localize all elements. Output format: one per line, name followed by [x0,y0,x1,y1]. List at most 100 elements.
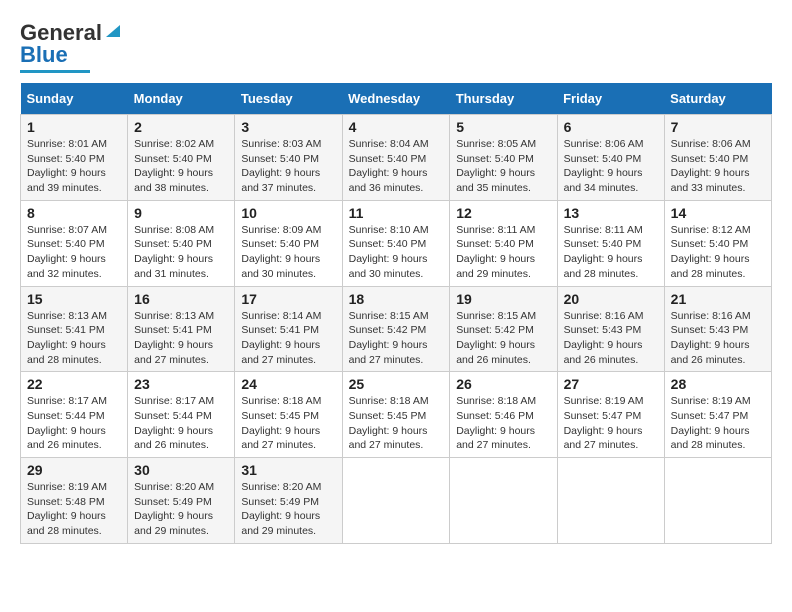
day-number: 26 [456,376,550,392]
day-number: 27 [564,376,658,392]
day-info: Sunrise: 8:16 AMSunset: 5:43 PMDaylight:… [564,310,644,366]
day-number: 29 [27,462,121,478]
column-header-tuesday: Tuesday [235,83,342,115]
day-number: 22 [27,376,121,392]
day-info: Sunrise: 8:11 AMSunset: 5:40 PMDaylight:… [564,224,643,280]
day-cell-17: 17Sunrise: 8:14 AMSunset: 5:41 PMDayligh… [235,286,342,372]
day-cell-29: 29 Sunrise: 8:19 AMSunset: 5:48 PMDayligh… [21,458,128,544]
empty-cell [342,458,450,544]
column-header-wednesday: Wednesday [342,83,450,115]
day-info: Sunrise: 8:18 AMSunset: 5:45 PMDaylight:… [241,395,321,451]
day-cell-16: 16Sunrise: 8:13 AMSunset: 5:41 PMDayligh… [128,286,235,372]
empty-cell [557,458,664,544]
day-info: Sunrise: 8:08 AMSunset: 5:40 PMDaylight:… [134,224,214,280]
day-number: 21 [671,291,765,307]
day-cell-13: 13 Sunrise: 8:11 AMSunset: 5:40 PMDayligh… [557,200,664,286]
day-number: 31 [241,462,335,478]
calendar-table: SundayMondayTuesdayWednesdayThursdayFrid… [20,83,772,544]
day-cell-20: 20Sunrise: 8:16 AMSunset: 5:43 PMDayligh… [557,286,664,372]
day-info: Sunrise: 8:16 AMSunset: 5:43 PMDaylight:… [671,310,751,366]
day-cell-14: 14 Sunrise: 8:12 AMSunset: 5:40 PMDayligh… [664,200,771,286]
day-info: Sunrise: 8:09 AMSunset: 5:40 PMDaylight:… [241,224,321,280]
day-info: Sunrise: 8:13 AMSunset: 5:41 PMDaylight:… [27,310,107,366]
day-number: 19 [456,291,550,307]
day-number: 4 [349,119,444,135]
logo-arrow-icon [104,21,122,44]
day-info: Sunrise: 8:13 AMSunset: 5:41 PMDaylight:… [134,310,214,366]
logo: General Blue [20,20,122,73]
week-row-3: 15 Sunrise: 8:13 AMSunset: 5:41 PMDayligh… [21,286,772,372]
day-number: 13 [564,205,658,221]
day-info: Sunrise: 8:18 AMSunset: 5:45 PMDaylight:… [349,395,429,451]
day-number: 30 [134,462,228,478]
day-cell-28: 28Sunrise: 8:19 AMSunset: 5:47 PMDayligh… [664,372,771,458]
day-info: Sunrise: 8:17 AMSunset: 5:44 PMDaylight:… [27,395,107,451]
day-info: Sunrise: 8:10 AMSunset: 5:40 PMDaylight:… [349,224,429,280]
day-cell-7: 7 Sunrise: 8:06 AMSunset: 5:40 PMDaylight… [664,115,771,201]
day-info: Sunrise: 8:20 AMSunset: 5:49 PMDaylight:… [134,481,214,537]
day-info: Sunrise: 8:15 AMSunset: 5:42 PMDaylight:… [456,310,536,366]
day-number: 5 [456,119,550,135]
day-number: 6 [564,119,658,135]
day-cell-18: 18Sunrise: 8:15 AMSunset: 5:42 PMDayligh… [342,286,450,372]
day-cell-24: 24 Sunrise: 8:18 AMSunset: 5:45 PMDayligh… [235,372,342,458]
day-number: 14 [671,205,765,221]
column-header-saturday: Saturday [664,83,771,115]
day-info: Sunrise: 8:06 AMSunset: 5:40 PMDaylight:… [671,138,751,194]
day-number: 24 [241,376,335,392]
header-row: SundayMondayTuesdayWednesdayThursdayFrid… [21,83,772,115]
day-cell-19: 19 Sunrise: 8:15 AMSunset: 5:42 PMDayligh… [450,286,557,372]
day-number: 2 [134,119,228,135]
day-cell-25: 25 Sunrise: 8:18 AMSunset: 5:45 PMDayligh… [342,372,450,458]
day-number: 11 [349,205,444,221]
empty-cell [450,458,557,544]
day-info: Sunrise: 8:01 AMSunset: 5:40 PMDaylight:… [27,138,107,194]
day-cell-12: 12 Sunrise: 8:11 AMSunset: 5:40 PMDayligh… [450,200,557,286]
day-info: Sunrise: 8:15 AMSunset: 5:42 PMDaylight:… [349,310,429,366]
day-info: Sunrise: 8:18 AMSunset: 5:46 PMDaylight:… [456,395,536,451]
day-cell-30: 30 Sunrise: 8:20 AMSunset: 5:49 PMDayligh… [128,458,235,544]
day-number: 12 [456,205,550,221]
column-header-monday: Monday [128,83,235,115]
day-number: 1 [27,119,121,135]
day-info: Sunrise: 8:19 AMSunset: 5:47 PMDaylight:… [671,395,751,451]
day-cell-9: 9 Sunrise: 8:08 AMSunset: 5:40 PMDaylight… [128,200,235,286]
day-info: Sunrise: 8:07 AMSunset: 5:40 PMDaylight:… [27,224,107,280]
day-number: 25 [349,376,444,392]
day-number: 15 [27,291,121,307]
day-info: Sunrise: 8:11 AMSunset: 5:40 PMDaylight:… [456,224,535,280]
header: General Blue [20,20,772,73]
day-number: 23 [134,376,228,392]
day-cell-27: 27 Sunrise: 8:19 AMSunset: 5:47 PMDayligh… [557,372,664,458]
day-info: Sunrise: 8:17 AMSunset: 5:44 PMDaylight:… [134,395,214,451]
day-cell-26: 26 Sunrise: 8:18 AMSunset: 5:46 PMDayligh… [450,372,557,458]
day-cell-8: 8 Sunrise: 8:07 AMSunset: 5:40 PMDaylight… [21,200,128,286]
day-cell-21: 21 Sunrise: 8:16 AMSunset: 5:43 PMDayligh… [664,286,771,372]
week-row-4: 22 Sunrise: 8:17 AMSunset: 5:44 PMDayligh… [21,372,772,458]
week-row-5: 29 Sunrise: 8:19 AMSunset: 5:48 PMDayligh… [21,458,772,544]
day-info: Sunrise: 8:03 AMSunset: 5:40 PMDaylight:… [241,138,321,194]
week-row-1: 1 Sunrise: 8:01 AMSunset: 5:40 PMDaylight… [21,115,772,201]
day-cell-11: 11 Sunrise: 8:10 AMSunset: 5:40 PMDayligh… [342,200,450,286]
day-info: Sunrise: 8:06 AMSunset: 5:40 PMDaylight:… [564,138,644,194]
day-info: Sunrise: 8:12 AMSunset: 5:40 PMDaylight:… [671,224,751,280]
day-info: Sunrise: 8:19 AMSunset: 5:47 PMDaylight:… [564,395,644,451]
day-cell-5: 5Sunrise: 8:05 AMSunset: 5:40 PMDaylight… [450,115,557,201]
day-number: 8 [27,205,121,221]
day-cell-1: 1 Sunrise: 8:01 AMSunset: 5:40 PMDaylight… [21,115,128,201]
day-cell-15: 15 Sunrise: 8:13 AMSunset: 5:41 PMDayligh… [21,286,128,372]
day-number: 9 [134,205,228,221]
day-cell-2: 2 Sunrise: 8:02 AMSunset: 5:40 PMDaylight… [128,115,235,201]
day-info: Sunrise: 8:04 AMSunset: 5:40 PMDaylight:… [349,138,429,194]
day-cell-23: 23 Sunrise: 8:17 AMSunset: 5:44 PMDayligh… [128,372,235,458]
day-number: 7 [671,119,765,135]
column-header-friday: Friday [557,83,664,115]
week-row-2: 8 Sunrise: 8:07 AMSunset: 5:40 PMDaylight… [21,200,772,286]
day-cell-6: 6 Sunrise: 8:06 AMSunset: 5:40 PMDaylight… [557,115,664,201]
day-number: 17 [241,291,335,307]
day-cell-31: 31Sunrise: 8:20 AMSunset: 5:49 PMDayligh… [235,458,342,544]
column-header-thursday: Thursday [450,83,557,115]
day-info: Sunrise: 8:02 AMSunset: 5:40 PMDaylight:… [134,138,214,194]
day-info: Sunrise: 8:19 AMSunset: 5:48 PMDaylight:… [27,481,107,537]
day-number: 3 [241,119,335,135]
